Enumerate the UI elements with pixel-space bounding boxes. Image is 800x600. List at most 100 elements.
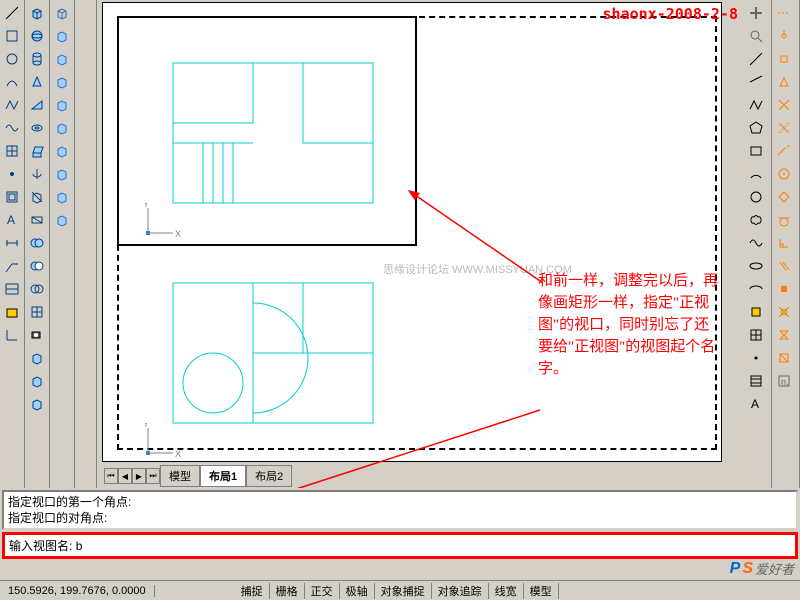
tool-box-c[interactable] — [26, 393, 48, 415]
tool-sphere[interactable] — [26, 25, 48, 47]
status-lweight[interactable]: 线宽 — [489, 583, 524, 599]
command-input-line[interactable]: 输入视图名: — [2, 532, 798, 559]
tool-snap-appint[interactable] — [773, 117, 795, 139]
tool-insert[interactable] — [745, 301, 767, 323]
tool-cube3d[interactable] — [26, 2, 48, 24]
tool-circle[interactable] — [1, 48, 23, 70]
tool-iso-e[interactable] — [51, 94, 73, 116]
tool-hatch[interactable] — [1, 140, 23, 162]
tool-subtract[interactable] — [26, 255, 48, 277]
tool-box-b[interactable] — [26, 370, 48, 392]
tool-cone[interactable] — [26, 71, 48, 93]
tab-nav-first[interactable]: ⏮ — [104, 468, 118, 484]
tool-region[interactable] — [1, 186, 23, 208]
tool-snap-tan[interactable] — [773, 209, 795, 231]
command-input[interactable] — [76, 539, 276, 553]
tool-osnap-settings[interactable]: n. — [773, 370, 795, 392]
tool-iso-b[interactable] — [51, 25, 73, 47]
tool-snap-none[interactable] — [773, 347, 795, 369]
status-ortho[interactable]: 正交 — [305, 583, 340, 599]
tool-make-block[interactable] — [745, 324, 767, 346]
tool-iso-g[interactable] — [51, 140, 73, 162]
tool-snap-perp[interactable] — [773, 232, 795, 254]
tool-revolve[interactable] — [26, 163, 48, 185]
tool-pline2[interactable] — [745, 94, 767, 116]
tool-snap-end[interactable] — [773, 48, 795, 70]
tool-wedge[interactable] — [26, 94, 48, 116]
tab-nav-last[interactable]: ⏭ — [146, 468, 160, 484]
status-grid[interactable]: 栅格 — [270, 583, 305, 599]
tool-snap-ext[interactable] — [773, 140, 795, 162]
tab-nav-next[interactable]: ▶ — [132, 468, 146, 484]
tool-point[interactable] — [1, 163, 23, 185]
tool-table[interactable] — [1, 278, 23, 300]
tool-snap-near[interactable] — [773, 324, 795, 346]
tool-ray[interactable] — [745, 71, 767, 93]
tool-slice[interactable] — [26, 186, 48, 208]
tool-iso-a[interactable] — [51, 2, 73, 24]
toolbar-col-3 — [50, 0, 75, 488]
tool-cylinder[interactable] — [26, 48, 48, 70]
tab-nav-prev[interactable]: ◀ — [118, 468, 132, 484]
tool-snap-cen[interactable] — [773, 163, 795, 185]
tool-snap-mid[interactable] — [773, 71, 795, 93]
tool-iso-j[interactable] — [51, 209, 73, 231]
tool-ellipse-arc[interactable] — [745, 278, 767, 300]
tool-zoom[interactable] — [745, 25, 767, 47]
tool-extrude[interactable] — [26, 140, 48, 162]
header-stamp: shaonx-2008-2-8 — [603, 3, 738, 25]
tool-hatch3[interactable] — [745, 370, 767, 392]
tool-block[interactable] — [1, 301, 23, 323]
tool-line[interactable] — [1, 2, 23, 24]
tool-circle2[interactable] — [745, 186, 767, 208]
tab-layout2[interactable]: 布局2 — [246, 465, 292, 487]
tab-layout1[interactable]: 布局1 — [200, 465, 246, 487]
tool-intersect[interactable] — [26, 278, 48, 300]
drawing-top — [163, 53, 383, 223]
tool-section[interactable] — [26, 209, 48, 231]
status-otrack[interactable]: 对象追踪 — [432, 583, 489, 599]
tool-text[interactable]: A — [1, 209, 23, 231]
tool-ellipse[interactable] — [745, 255, 767, 277]
tool-revcloud[interactable] — [745, 209, 767, 231]
tool-snap-qua[interactable] — [773, 186, 795, 208]
status-snap[interactable]: 捕捉 — [235, 583, 270, 599]
tool-camera[interactable] — [26, 324, 48, 346]
tool-leader[interactable] — [1, 255, 23, 277]
status-model[interactable]: 模型 — [524, 583, 559, 599]
tool-text4[interactable]: A — [745, 393, 767, 415]
svg-text:A: A — [751, 397, 759, 411]
tab-model[interactable]: 模型 — [160, 465, 200, 487]
tool-point2[interactable] — [745, 347, 767, 369]
tool-box[interactable] — [1, 25, 23, 47]
tool-arc[interactable] — [1, 71, 23, 93]
status-polar[interactable]: 极轴 — [340, 583, 375, 599]
tool-torus[interactable] — [26, 117, 48, 139]
status-osnap[interactable]: 对象捕捉 — [375, 583, 432, 599]
tool-iso-c[interactable] — [51, 48, 73, 70]
tool-union[interactable] — [26, 232, 48, 254]
tool-ucs[interactable] — [1, 324, 23, 346]
tool-iso-d[interactable] — [51, 71, 73, 93]
tool-spline2[interactable] — [745, 232, 767, 254]
tool-line2[interactable] — [745, 48, 767, 70]
tool-snap-ins[interactable] — [773, 278, 795, 300]
tool-box-a[interactable] — [26, 347, 48, 369]
paper-space[interactable]: Y X Y X 思缘设计论坛 WWW.MISSYUAN.COM — [102, 2, 722, 462]
tool-snap-int[interactable] — [773, 94, 795, 116]
tool-arc2[interactable] — [745, 163, 767, 185]
tool-polygon[interactable] — [745, 117, 767, 139]
tool-dim[interactable] — [1, 232, 23, 254]
tool-snap-node[interactable] — [773, 301, 795, 323]
tool-mesh[interactable] — [26, 301, 48, 323]
tool-temp-track[interactable] — [773, 2, 795, 24]
tool-iso-f[interactable] — [51, 117, 73, 139]
tool-iso-i[interactable] — [51, 186, 73, 208]
tool-snap-par[interactable] — [773, 255, 795, 277]
tool-pan[interactable] — [745, 2, 767, 24]
tool-pline[interactable] — [1, 94, 23, 116]
tool-iso-h[interactable] — [51, 163, 73, 185]
tool-snap-from[interactable] — [773, 25, 795, 47]
tool-rect2[interactable] — [745, 140, 767, 162]
tool-spline[interactable] — [1, 117, 23, 139]
